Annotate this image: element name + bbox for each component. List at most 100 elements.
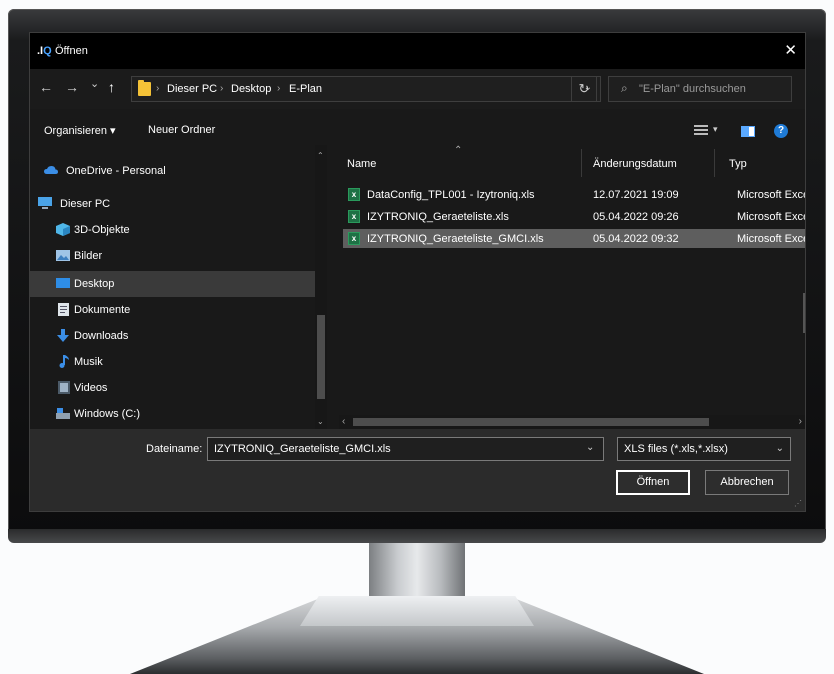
breadcrumb-desktop[interactable]: Desktop bbox=[231, 83, 271, 95]
column-header-name[interactable]: Name bbox=[347, 158, 376, 170]
sidebar-scrollbar[interactable]: ⌃ ⌄ bbox=[315, 145, 327, 429]
file-date: 05.04.2022 09:32 bbox=[593, 233, 679, 245]
table-row[interactable]: x IZYTRONIQ_Geraeteliste.xls 05.04.2022 … bbox=[343, 207, 805, 226]
sidebar-item-label: Musik bbox=[74, 356, 103, 368]
excel-file-icon: x bbox=[348, 232, 360, 245]
column-header-date[interactable]: Änderungsdatum bbox=[593, 158, 677, 170]
back-arrow-icon[interactable]: ← bbox=[39, 79, 53, 95]
scrollbar-thumb[interactable] bbox=[317, 315, 325, 399]
search-box[interactable]: ⌕ "E-Plan" durchsuchen bbox=[608, 76, 792, 102]
monitor-stand-base-top bbox=[300, 596, 534, 626]
file-type-select[interactable]: XLS files (*.xls,*.xlsx) ⌄ bbox=[617, 437, 791, 461]
breadcrumb-e-plan[interactable]: E-Plan bbox=[289, 83, 322, 95]
file-list-scrollbar[interactable] bbox=[803, 293, 805, 333]
breadcrumb-separator: › bbox=[220, 83, 224, 94]
search-icon: ⌕ bbox=[621, 81, 628, 95]
videos-icon bbox=[58, 381, 70, 394]
column-divider[interactable] bbox=[581, 149, 582, 177]
scrollbar-thumb[interactable] bbox=[353, 418, 709, 426]
file-type-value: XLS files (*.xls,*.xlsx) bbox=[624, 443, 728, 455]
sort-ascending-icon: ⌃ bbox=[454, 145, 463, 156]
sidebar-item-dokumente[interactable]: Dokumente bbox=[30, 297, 315, 323]
sidebar-item-onedrive[interactable]: OneDrive - Personal bbox=[30, 158, 315, 184]
up-arrow-icon[interactable]: ↑ bbox=[108, 79, 115, 95]
sidebar-item-windows-c[interactable]: Windows (C:) bbox=[30, 401, 315, 427]
recent-locations-icon[interactable]: ⌄ bbox=[90, 77, 99, 90]
music-icon bbox=[59, 355, 69, 368]
file-name: IZYTRONIQ_Geraeteliste.xls bbox=[367, 211, 509, 223]
cloud-icon bbox=[44, 166, 58, 174]
sidebar-item-musik[interactable]: Musik bbox=[30, 349, 315, 375]
scroll-right-icon[interactable]: › bbox=[799, 416, 802, 427]
organize-menu-button[interactable]: Organisieren ▾ bbox=[44, 124, 116, 137]
breadcrumb-dieser-pc[interactable]: Dieser PC bbox=[167, 83, 217, 95]
file-type: Microsoft Excel 9 bbox=[737, 189, 805, 201]
file-name: IZYTRONIQ_Geraeteliste_GMCI.xls bbox=[367, 233, 544, 245]
pictures-icon bbox=[56, 250, 70, 261]
sidebar-item-label: Dieser PC bbox=[60, 198, 111, 210]
navigation-bar: ← → ⌄ ↑ › Dieser PC › Desktop › E-Plan ⌄… bbox=[30, 69, 805, 109]
drive-icon bbox=[56, 408, 70, 419]
forward-arrow-icon[interactable]: → bbox=[65, 79, 79, 95]
sidebar-item-label: 3D-Objekte bbox=[74, 224, 130, 236]
folder-icon bbox=[138, 80, 151, 96]
chevron-down-icon: ⌄ bbox=[775, 443, 784, 454]
sidebar-item-3d-objekte[interactable]: 3D-Objekte bbox=[30, 217, 315, 243]
command-toolbar: Organisieren ▾ Neuer Ordner ▾ ? bbox=[30, 117, 805, 145]
table-row[interactable]: x DataConfig_TPL001 - Izytroniq.xls 12.0… bbox=[343, 185, 805, 204]
table-row[interactable]: x IZYTRONIQ_Geraeteliste_GMCI.xls 05.04.… bbox=[343, 229, 805, 248]
preview-pane-icon[interactable] bbox=[741, 126, 755, 137]
scroll-left-icon[interactable]: ‹ bbox=[342, 416, 345, 427]
cube-icon bbox=[56, 223, 70, 236]
new-folder-button[interactable]: Neuer Ordner bbox=[148, 124, 215, 136]
file-type: Microsoft Excel 9 bbox=[737, 211, 805, 223]
address-bar[interactable]: › Dieser PC › Desktop › E-Plan ⌄ bbox=[131, 76, 601, 102]
filename-input[interactable]: IZYTRONIQ_Geraeteliste_GMCI.xls bbox=[207, 437, 604, 461]
open-file-dialog: .IQ Öffnen ✕ ← → ⌄ ↑ › Dieser PC › Deskt… bbox=[29, 32, 806, 512]
column-header-type[interactable]: Typ bbox=[729, 158, 747, 170]
file-list: ⌃ Name Änderungsdatum Typ x DataConfig_T… bbox=[339, 145, 805, 415]
resize-grip-icon[interactable]: ⋰ bbox=[794, 499, 802, 508]
close-icon[interactable]: ✕ bbox=[784, 41, 797, 59]
app-icon: .IQ bbox=[37, 45, 52, 57]
sidebar-item-label: Desktop bbox=[74, 278, 115, 290]
monitor-stand-neck bbox=[369, 543, 465, 603]
sidebar-item-downloads[interactable]: Downloads bbox=[30, 323, 315, 349]
search-placeholder: "E-Plan" durchsuchen bbox=[639, 83, 746, 95]
sidebar-item-dieser-pc[interactable]: Dieser PC bbox=[30, 191, 315, 217]
sidebar-item-label: OneDrive - Personal bbox=[66, 165, 166, 177]
sidebar-item-bilder[interactable]: Bilder bbox=[30, 243, 315, 269]
sidebar-item-label: Downloads bbox=[74, 330, 129, 342]
file-type: Microsoft Excel 9 bbox=[737, 233, 805, 245]
navigation-pane: OneDrive - Personal Dieser PC 3D-Objekte… bbox=[30, 145, 328, 429]
column-divider[interactable] bbox=[714, 149, 715, 177]
sidebar-item-videos[interactable]: Videos bbox=[30, 375, 315, 401]
monitor-chin bbox=[8, 529, 826, 543]
scroll-down-icon[interactable]: ⌄ bbox=[317, 417, 324, 426]
help-icon[interactable]: ? bbox=[774, 124, 788, 138]
refresh-icon[interactable]: ↻ bbox=[571, 76, 597, 102]
chevron-down-icon[interactable]: ⌄ bbox=[586, 442, 594, 453]
scroll-up-icon[interactable]: ⌃ bbox=[317, 151, 324, 160]
view-dropdown-icon[interactable]: ▾ bbox=[713, 124, 718, 135]
title-bar: .IQ Öffnen ✕ bbox=[30, 33, 805, 69]
download-icon bbox=[57, 329, 69, 342]
excel-file-icon: x bbox=[348, 210, 360, 223]
sidebar-item-label: Windows (C:) bbox=[74, 408, 141, 420]
documents-icon bbox=[58, 303, 69, 316]
desktop-icon bbox=[56, 278, 70, 288]
horizontal-scrollbar[interactable]: ‹ › bbox=[339, 415, 805, 429]
open-button[interactable]: Öffnen bbox=[616, 470, 690, 495]
sidebar-item-label: Bilder bbox=[74, 250, 103, 262]
sidebar-item-desktop[interactable]: Desktop bbox=[30, 271, 315, 297]
dialog-footer: Dateiname: IZYTRONIQ_Geraeteliste_GMCI.x… bbox=[30, 429, 805, 511]
cancel-button[interactable]: Abbrechen bbox=[705, 470, 789, 495]
file-date: 05.04.2022 09:26 bbox=[593, 211, 679, 223]
breadcrumb-separator: › bbox=[277, 83, 281, 94]
computer-icon bbox=[38, 197, 52, 209]
excel-file-icon: x bbox=[348, 188, 360, 201]
file-name: DataConfig_TPL001 - Izytroniq.xls bbox=[367, 189, 535, 201]
sidebar-item-label: Videos bbox=[74, 382, 108, 394]
breadcrumb-separator: › bbox=[156, 83, 160, 94]
view-options-icon[interactable] bbox=[694, 125, 708, 136]
